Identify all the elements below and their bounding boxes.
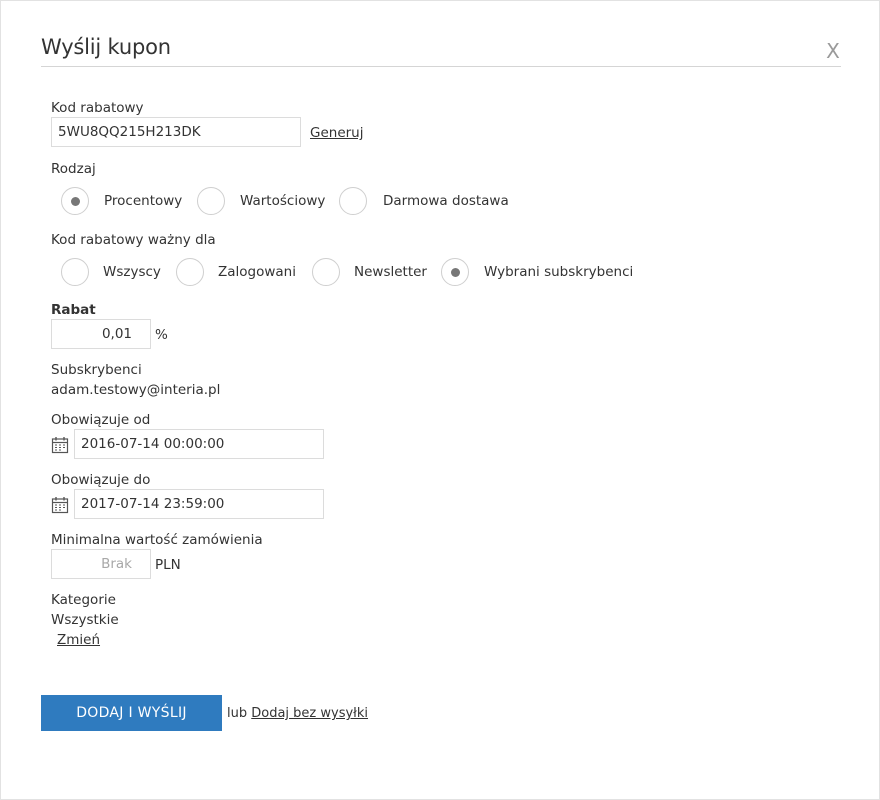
valid-from-label: Obowiązuje od — [51, 412, 151, 428]
send-coupon-dialog: Wyślij kupon X Kod rabatowy 5WU8QQ215H21… — [0, 0, 880, 800]
radio-free-shipping[interactable] — [339, 187, 367, 215]
radio-selected-subscribers[interactable] — [441, 258, 469, 286]
radio-everyone[interactable] — [61, 258, 89, 286]
radio-value-label: Wartościowy — [240, 193, 326, 209]
title-divider — [41, 66, 841, 67]
close-icon[interactable]: X — [823, 39, 843, 63]
min-order-unit: PLN — [155, 557, 181, 573]
code-input[interactable]: 5WU8QQ215H213DK — [51, 117, 301, 147]
radio-percent-label: Procentowy — [104, 193, 183, 209]
discount-input[interactable]: 0,01 — [51, 319, 151, 349]
add-and-send-button[interactable]: DODAJ I WYŚLIJ — [41, 695, 222, 731]
radio-percent[interactable] — [61, 187, 89, 215]
categories-label: Kategorie — [51, 592, 116, 608]
valid-to-input[interactable]: 2017-07-14 23:59:00 — [74, 489, 324, 519]
subscribers-value: adam.testowy@interia.pl — [51, 382, 221, 398]
discount-label: Rabat — [51, 302, 96, 318]
categories-value: Wszystkie — [51, 612, 119, 628]
add-without-send-link[interactable]: Dodaj bez wysyłki — [251, 706, 368, 721]
calendar-icon[interactable] — [51, 436, 69, 454]
min-order-label: Minimalna wartość zamówienia — [51, 532, 263, 548]
valid-for-label: Kod rabatowy ważny dla — [51, 232, 216, 248]
valid-to-label: Obowiązuje do — [51, 472, 151, 488]
radio-value[interactable] — [197, 187, 225, 215]
code-label: Kod rabatowy — [51, 100, 144, 116]
radio-selected-subscribers-label: Wybrani subskrybenci — [484, 264, 634, 280]
radio-newsletter[interactable] — [312, 258, 340, 286]
generate-code-link[interactable]: Generuj — [310, 125, 364, 141]
radio-free-shipping-label: Darmowa dostawa — [383, 193, 509, 209]
discount-unit: % — [155, 327, 168, 343]
radio-logged-in[interactable] — [176, 258, 204, 286]
radio-newsletter-label: Newsletter — [354, 264, 427, 280]
subscribers-label: Subskrybenci — [51, 362, 142, 378]
radio-logged-in-label: Zalogowani — [218, 264, 296, 280]
valid-from-input[interactable]: 2016-07-14 00:00:00 — [74, 429, 324, 459]
type-label: Rodzaj — [51, 161, 96, 177]
min-order-input[interactable]: Brak — [51, 549, 151, 579]
radio-everyone-label: Wszyscy — [103, 264, 161, 280]
dialog-title: Wyślij kupon — [41, 35, 171, 59]
change-categories-link[interactable]: Zmień — [57, 632, 100, 648]
calendar-icon[interactable] — [51, 496, 69, 514]
or-text: lub Dodaj bez wysyłki — [227, 706, 368, 721]
or-label: lub — [227, 706, 248, 721]
